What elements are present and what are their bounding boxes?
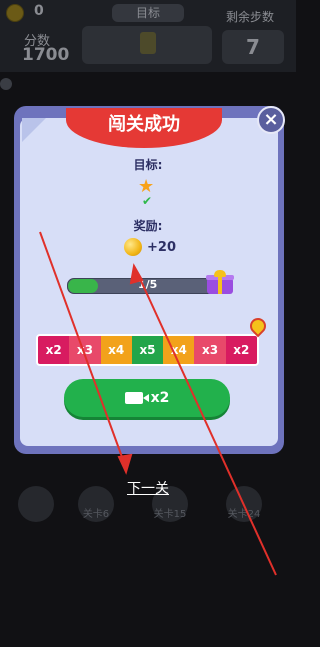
multiplier-cell: x3 <box>194 336 226 364</box>
progress-text: 1/5 <box>138 278 158 291</box>
multiplier-cell: x3 <box>69 336 101 364</box>
watch-video-double-button[interactable]: x2 <box>64 379 230 417</box>
progress-fill <box>68 279 98 293</box>
gold-coin-icon <box>124 238 142 256</box>
reward-label: 奖励: <box>133 219 163 233</box>
steps-label: 剩余步数 <box>226 10 275 24</box>
multiplier-cell: x4 <box>163 336 195 364</box>
next-level-link[interactable]: 下一关 <box>0 478 296 498</box>
goal-tab: 目标 <box>112 4 184 22</box>
check-icon: ✔ <box>142 194 153 208</box>
score-value: 1700 <box>22 45 70 65</box>
video-camera-icon <box>124 392 149 404</box>
watch-button-label: x2 <box>150 390 170 406</box>
arrow-head-next-level <box>117 453 133 475</box>
multiplier-cell: x5 <box>131 336 164 364</box>
multiplier-cell: x2 <box>38 336 70 364</box>
multiplier-cell: x4 <box>100 336 132 364</box>
tool-locked-3-label: 关卡24 <box>227 509 261 520</box>
multiplier-cell: x2 <box>225 336 257 364</box>
coin-icon <box>6 4 24 22</box>
multiplier-bar: x2 x3 x4 x5 x4 x3 x2 <box>36 334 259 366</box>
gift-box-icon[interactable] <box>206 270 234 294</box>
tool-locked-1-label: 关卡6 <box>82 509 110 520</box>
close-button[interactable]: × <box>257 106 285 134</box>
reward-value: +20 <box>147 240 176 255</box>
steps-value: 7 <box>222 30 284 64</box>
goal-label: 目标: <box>133 158 163 172</box>
tool-locked-2-label: 关卡15 <box>153 509 187 520</box>
coin-count: 0 <box>34 3 44 19</box>
side-menu-icon[interactable] <box>0 78 12 90</box>
goal-item-icon <box>140 32 156 54</box>
